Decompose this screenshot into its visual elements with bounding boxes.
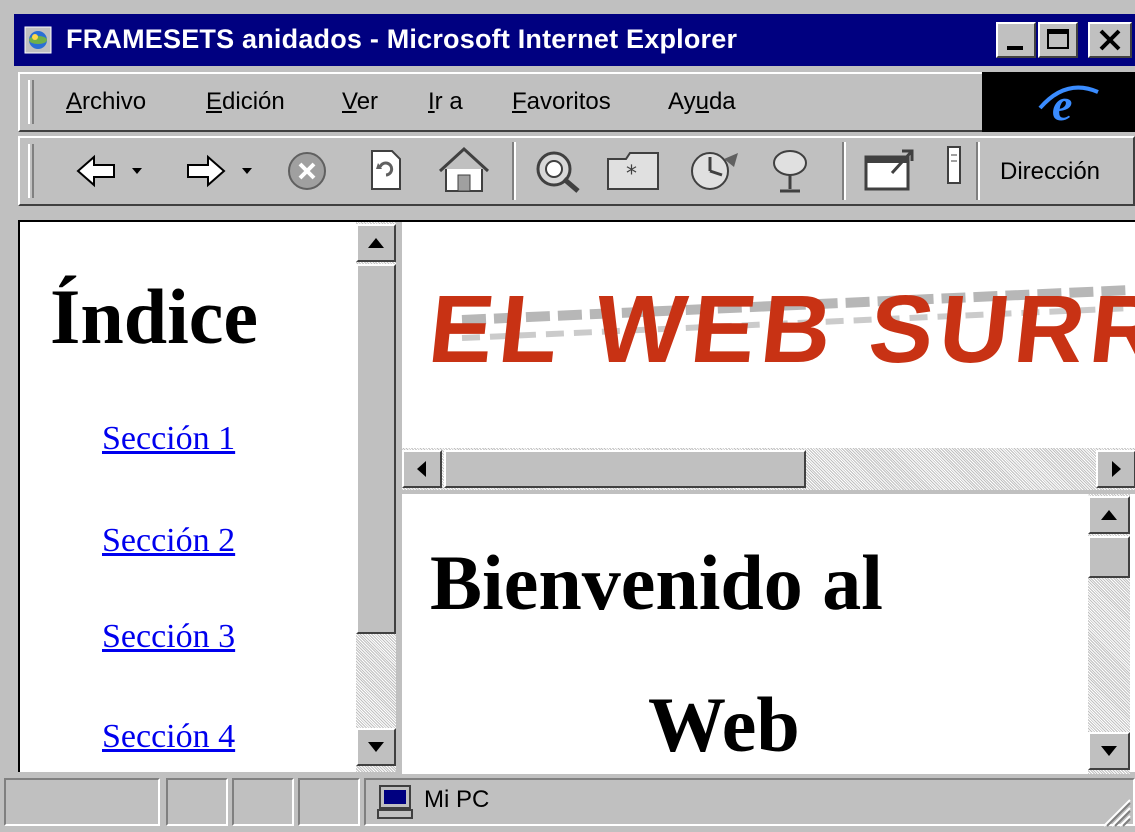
section-2-link[interactable]: Sección 2 bbox=[102, 522, 235, 560]
toolbar-separator bbox=[842, 142, 846, 200]
scroll-right-button[interactable] bbox=[1096, 450, 1135, 488]
menu-favoritos[interactable]: Favoritos bbox=[512, 88, 611, 116]
resize-grip-icon[interactable] bbox=[1098, 794, 1132, 828]
browser-window: FRAMESETS anidados - Microsoft Internet … bbox=[0, 0, 1135, 832]
arrow-down-icon bbox=[368, 742, 384, 752]
ie-app-icon[interactable] bbox=[24, 26, 52, 54]
banner-text: EL WEB SURR bbox=[432, 276, 1135, 380]
ie-logo-icon: e bbox=[1038, 79, 1099, 130]
status-progress-cell bbox=[166, 778, 228, 826]
forward-icon[interactable] bbox=[180, 145, 260, 195]
welcome-heading-line1: Bienvenido al bbox=[430, 539, 883, 626]
maximize-button[interactable] bbox=[1038, 22, 1078, 58]
close-button[interactable] bbox=[1088, 22, 1132, 58]
menu-archivo[interactable]: Archivo bbox=[66, 88, 146, 116]
main-frame-scrollbar[interactable] bbox=[1088, 494, 1130, 774]
svg-text:*: * bbox=[626, 162, 637, 187]
scroll-thumb[interactable] bbox=[356, 264, 396, 634]
menu-ir-a[interactable]: Ir a bbox=[428, 88, 463, 116]
status-offline-cell bbox=[232, 778, 294, 826]
maximize-icon bbox=[1047, 29, 1069, 49]
index-frame-scrollbar[interactable] bbox=[356, 222, 396, 772]
minimize-button[interactable] bbox=[996, 22, 1036, 58]
history-icon[interactable] bbox=[684, 145, 744, 195]
scroll-down-button[interactable] bbox=[356, 728, 396, 766]
arrow-up-icon bbox=[1101, 510, 1117, 520]
status-security-cell bbox=[298, 778, 360, 826]
minimize-icon bbox=[1007, 46, 1023, 50]
scroll-up-button[interactable] bbox=[356, 224, 396, 262]
toolbar-separator bbox=[976, 142, 980, 200]
refresh-icon[interactable] bbox=[360, 145, 410, 195]
menu-edicion[interactable]: Edición bbox=[206, 88, 285, 116]
banner-frame-hscrollbar[interactable] bbox=[402, 448, 1135, 490]
banner-frame: EL WEB SURR bbox=[402, 222, 1135, 444]
menu-grip[interactable] bbox=[28, 80, 34, 124]
ie-throbber: e bbox=[982, 72, 1135, 132]
back-icon[interactable] bbox=[70, 145, 150, 195]
main-frame: Bienvenido al Web bbox=[402, 494, 1088, 774]
address-label[interactable]: Dirección bbox=[1000, 158, 1100, 186]
scroll-left-button[interactable] bbox=[402, 450, 442, 488]
arrow-left-icon bbox=[417, 461, 426, 477]
status-zone-text: Mi PC bbox=[424, 786, 490, 813]
arrow-up-icon bbox=[368, 238, 384, 248]
arrow-right-icon bbox=[1112, 461, 1121, 477]
channels-icon[interactable] bbox=[764, 145, 820, 195]
stop-icon[interactable] bbox=[282, 145, 332, 195]
menu-ayuda[interactable]: Ayuda bbox=[668, 88, 736, 116]
close-icon bbox=[1099, 29, 1121, 51]
home-icon[interactable] bbox=[436, 145, 492, 195]
fullscreen-icon[interactable] bbox=[860, 145, 920, 195]
welcome-heading-line2: Web bbox=[648, 681, 800, 768]
window-title: FRAMESETS anidados - Microsoft Internet … bbox=[66, 24, 738, 54]
scroll-thumb[interactable] bbox=[1088, 536, 1130, 578]
hscroll-thumb[interactable] bbox=[444, 450, 806, 488]
status-message-cell bbox=[4, 778, 160, 826]
section-3-link[interactable]: Sección 3 bbox=[102, 618, 235, 656]
arrow-down-icon bbox=[1101, 746, 1117, 756]
frameset: Índice Sección 1 Sección 2 Sección 3 Sec… bbox=[18, 220, 1135, 774]
title-bar: FRAMESETS anidados - Microsoft Internet … bbox=[14, 14, 1135, 66]
scroll-down-button[interactable] bbox=[1088, 732, 1130, 770]
scroll-up-button[interactable] bbox=[1088, 496, 1130, 534]
toolbar-grip[interactable] bbox=[28, 144, 34, 198]
section-1-link[interactable]: Sección 1 bbox=[102, 420, 235, 458]
favorites-icon[interactable]: * bbox=[604, 145, 664, 195]
banner-logo: EL WEB SURR bbox=[432, 276, 1135, 380]
search-icon[interactable] bbox=[530, 145, 586, 195]
index-frame: Índice Sección 1 Sección 2 Sección 3 Sec… bbox=[20, 222, 374, 772]
toolbar-separator bbox=[512, 142, 516, 200]
index-heading: Índice bbox=[50, 273, 259, 360]
mail-icon[interactable] bbox=[944, 145, 968, 195]
menu-ver[interactable]: Ver bbox=[342, 88, 378, 116]
section-4-link[interactable]: Sección 4 bbox=[102, 718, 235, 756]
computer-icon bbox=[377, 785, 413, 819]
